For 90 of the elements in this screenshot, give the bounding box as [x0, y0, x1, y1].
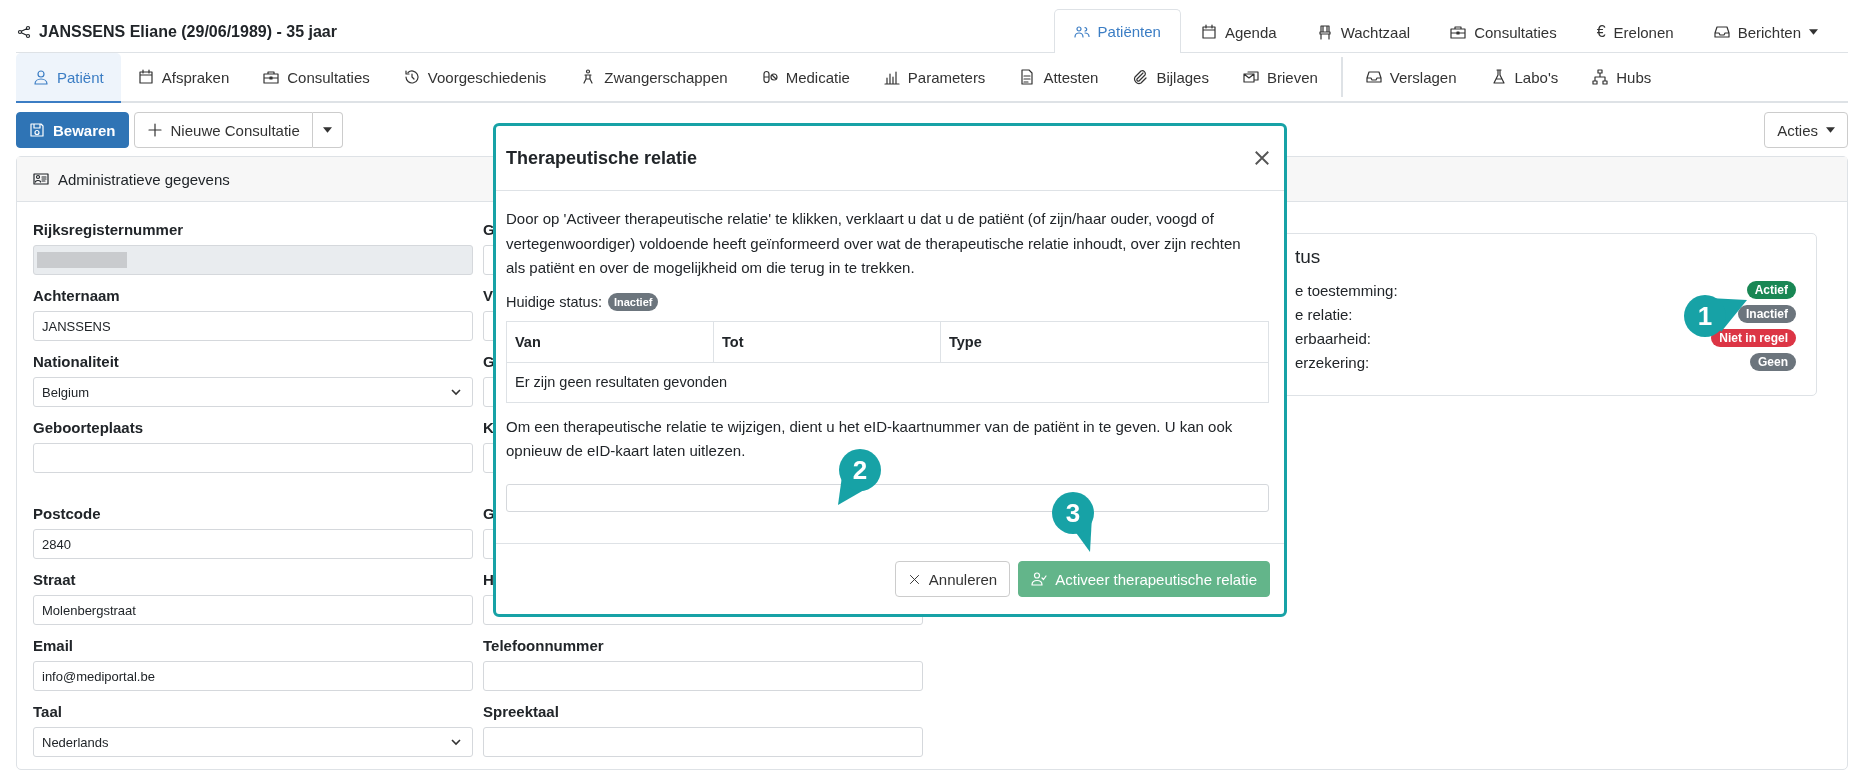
briefcase-icon — [263, 69, 280, 85]
actions-button[interactable]: Acties — [1764, 112, 1848, 148]
input-field[interactable] — [483, 727, 923, 757]
section-tab[interactable]: Afspraken — [120, 53, 247, 103]
status-badge: Niet in regel — [1711, 329, 1796, 347]
status-badge: Inactief — [1738, 305, 1796, 323]
field-label: Geboorteplaats — [33, 418, 144, 438]
card-title: tus — [1295, 245, 1322, 269]
patient-title: JANSSENS Eliane (29/06/1989) - 35 jaar — [39, 23, 337, 41]
plus-icon — [146, 122, 163, 138]
nav-tab[interactable]: € Erelonen — [1576, 10, 1694, 53]
save-icon — [29, 122, 45, 138]
input-field[interactable] — [33, 443, 473, 473]
status-badge: Actief — [1746, 281, 1796, 299]
status-label: Huidige status: — [506, 293, 602, 310]
field-label: Taal — [33, 702, 62, 722]
history-icon — [403, 69, 420, 85]
section-tab[interactable]: Brieven — [1225, 53, 1335, 103]
bar-chart-icon — [883, 69, 900, 85]
inbox-icon — [1713, 24, 1730, 40]
briefcase-icon — [1450, 24, 1467, 40]
field-label: Telefoonnummer — [483, 636, 604, 656]
close-icon[interactable] — [1252, 148, 1272, 168]
input-field[interactable]: 2840 — [33, 529, 473, 559]
dropdown-toggle[interactable] — [312, 112, 343, 148]
field-label: Postcode — [33, 504, 101, 524]
cancel-button[interactable]: Annuleren — [894, 561, 1011, 597]
modal-title: Therapeutische relatie — [506, 147, 698, 169]
field-label: Achternaam — [33, 286, 120, 306]
user-icon — [33, 69, 49, 85]
section-tab[interactable]: Labo's — [1473, 53, 1576, 103]
save-button[interactable]: Bewaren — [16, 112, 129, 148]
select-field[interactable]: Belgium — [33, 377, 473, 407]
users-icon — [1073, 23, 1090, 40]
document-icon — [1019, 69, 1036, 85]
close-icon — [907, 572, 921, 586]
field-label: H — [483, 570, 494, 590]
status-label: erbaarheid: — [1295, 329, 1371, 347]
field-label: Straat — [33, 570, 76, 590]
section-tab[interactable]: Consultaties — [246, 53, 387, 103]
calendar-icon — [1200, 24, 1217, 40]
section-tab[interactable]: Patiënt — [16, 53, 121, 103]
nav-tab[interactable]: Berichten — [1693, 10, 1838, 53]
section-tab[interactable]: Voorgeschiedenis — [386, 53, 564, 103]
envelope-icon — [1242, 69, 1259, 85]
nav-tab[interactable]: Patiënten — [1053, 9, 1181, 53]
section-tab[interactable]: Hubs — [1575, 53, 1669, 103]
id-card-icon — [33, 171, 49, 187]
section-tab[interactable]: Parameters — [866, 53, 1003, 103]
field-label: Email — [33, 636, 74, 656]
modal-description: Door op 'Activeer therapeutische relatie' te klikken, verklaart u dat u de patiënt (of zijn/haar ouder, voogd of vertegenwoordiger) voldoende heeft geïnformeerd over wat de therapeutische relatie inhoudt, over zijn rechten als patiënt en over de mogelijkheid om die terug in te trekken. — [506, 209, 1242, 278]
nav-tab[interactable]: Consultaties — [1430, 10, 1577, 53]
section-tab[interactable]: Zwangerschappen — [563, 53, 745, 103]
input-field[interactable]: Molenbergstraat — [33, 595, 473, 625]
chair-icon — [1316, 24, 1333, 40]
share-icon — [16, 24, 32, 40]
status-label: e toestemming: — [1295, 281, 1398, 299]
pills-icon — [761, 69, 778, 85]
nav-tab[interactable]: Wachtzaal — [1296, 10, 1431, 53]
status-badge: Inactief — [607, 292, 659, 311]
new-consultation-button[interactable]: Nieuwe Consultatie — [133, 112, 313, 148]
user-check-icon — [1031, 571, 1048, 587]
inbox-icon — [1365, 69, 1382, 85]
section-tab[interactable]: Bijlages — [1115, 53, 1226, 103]
field-label: Nationaliteit — [33, 352, 119, 372]
column-header: Van — [506, 321, 714, 362]
empty-message: Er zijn geen resultaten gevonden — [506, 362, 1269, 402]
input-field[interactable]: info@mediportal.be — [33, 661, 473, 691]
field-label: K — [483, 418, 494, 438]
field-label: Rijksregisternummer — [33, 220, 184, 240]
status-label: e relatie: — [1295, 305, 1353, 323]
section-tab[interactable]: Attesten — [1002, 53, 1116, 103]
section-tab[interactable]: Verslagen — [1348, 53, 1474, 103]
sitemap-icon — [1592, 69, 1609, 85]
column-header: Tot — [713, 321, 941, 362]
section-tab[interactable]: Medicatie — [744, 53, 867, 103]
input-field[interactable]: JANSSENS — [33, 311, 473, 341]
nav-tab[interactable]: Agenda — [1180, 10, 1297, 53]
caret-icon — [1826, 127, 1835, 133]
panel-title: Administratieve gegevens — [58, 170, 230, 188]
paperclip-icon — [1132, 69, 1149, 85]
field-label: Spreektaal — [483, 702, 559, 722]
status-badge: Geen — [1750, 353, 1796, 371]
caret-icon — [322, 127, 332, 133]
status-label: erzekering: — [1295, 353, 1370, 371]
field-label: V — [483, 286, 493, 306]
select-field[interactable]: Nederlands — [33, 727, 473, 757]
input-field[interactable] — [483, 661, 923, 691]
column-header: Type — [940, 321, 1269, 362]
calendar-icon — [137, 69, 154, 85]
